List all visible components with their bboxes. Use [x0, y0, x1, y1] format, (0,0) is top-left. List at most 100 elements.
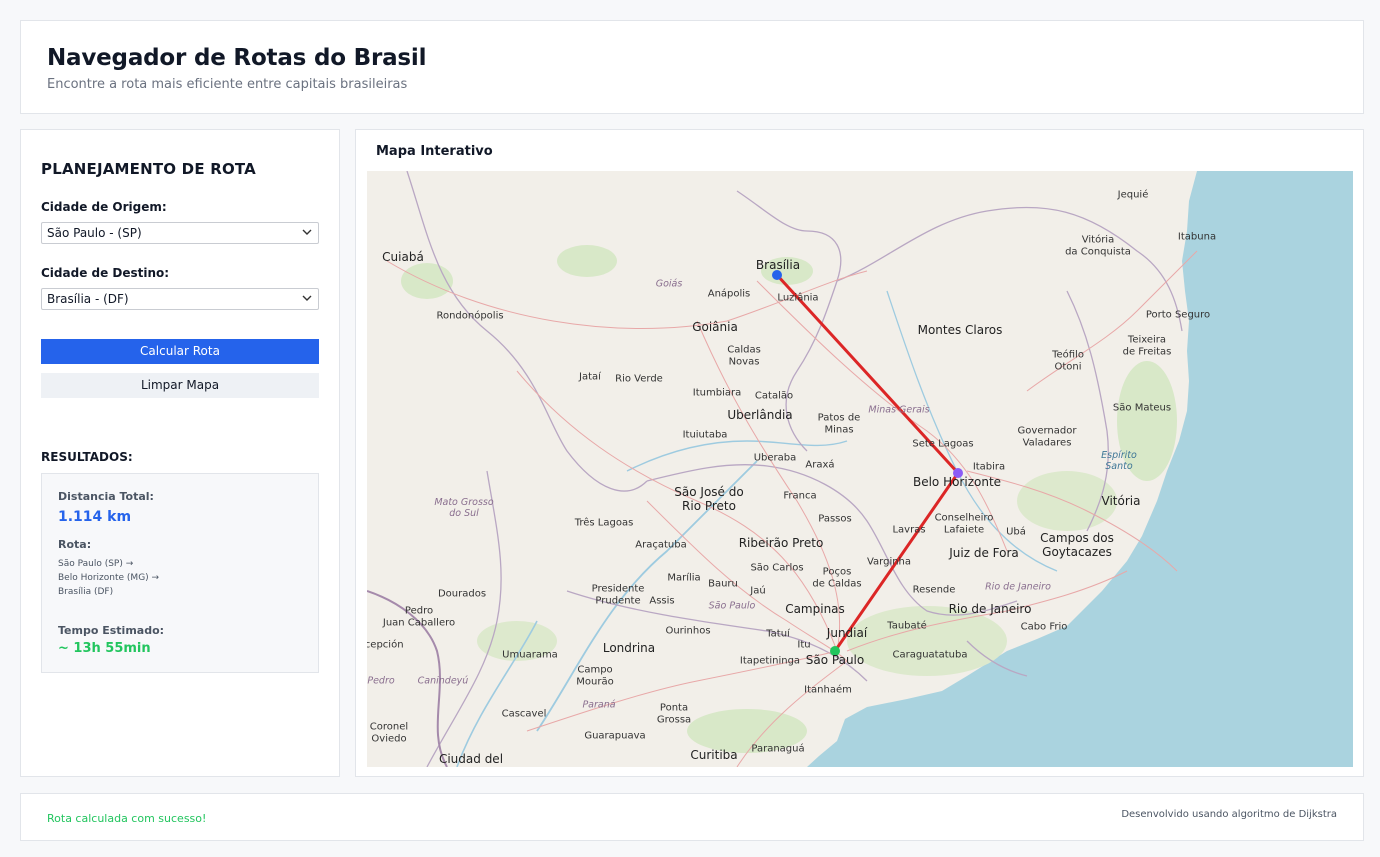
map-label: Caraguatatuba [892, 649, 968, 661]
status-message: Rota calculada com sucesso! [47, 812, 207, 825]
vegetation-area [401, 263, 453, 299]
map-label: Ourinhos [665, 625, 711, 637]
time-value: ~ 13h 55min [58, 641, 151, 656]
map-label: Tatuí [766, 628, 790, 640]
map-label: Rio de Janeiro [985, 581, 1051, 593]
map-label: Teófilo Otoni [1052, 349, 1084, 373]
map-label: São Paulo [708, 600, 756, 612]
map-label: Juiz de Fora [949, 546, 1019, 561]
map-label: Paranaguá [751, 743, 805, 755]
map-label: Ubá [1006, 526, 1026, 538]
map-label: Conselheiro Lafaiete [934, 512, 994, 536]
map-label: Resende [912, 584, 956, 596]
map-label: Minas Gerais [868, 404, 930, 416]
map-label: Catalão [754, 390, 794, 402]
distance-label: Distancia Total: [58, 490, 154, 503]
map-label: Lavras [892, 524, 926, 536]
map-canvas [367, 171, 1353, 767]
map-label: Cuiabá [382, 250, 424, 265]
map-label: Bauru [708, 578, 738, 590]
map-title: Mapa Interativo [376, 144, 493, 159]
origin-select-value: São Paulo - (SP) [47, 226, 142, 240]
map-label: Campinas [785, 602, 845, 617]
app-header: Navegador de Rotas do Brasil Encontre a … [20, 20, 1364, 114]
map-label: Araçatuba [635, 539, 687, 551]
destination-select-value: Brasília - (DF) [47, 292, 129, 306]
map-label: Uberaba [753, 452, 797, 464]
origin-label: Cidade de Origem: [41, 200, 167, 214]
map-label: São José do Rio Preto [674, 485, 744, 513]
map-label: Franca [783, 490, 817, 502]
calculate-route-button[interactable]: Calcular Rota [41, 339, 319, 364]
map-label: Rondonópolis [436, 310, 504, 322]
map-label: Teixeira de Freitas [1122, 334, 1172, 358]
map-label: Jundiaí [826, 626, 868, 641]
map-label: Itabuna [1177, 231, 1217, 243]
map-label: Uberlândia [727, 408, 793, 423]
map-label: Patos de Minas [817, 412, 861, 436]
credit-text: Desenvolvido usando algoritmo de Dijkstr… [1121, 809, 1337, 820]
map-card: Mapa Interativo Cuiabá Brasília Luziânia… [355, 129, 1364, 777]
map-label: Jataí [579, 371, 601, 383]
map-label: Dourados [437, 588, 487, 600]
page-subtitle: Encontre a rota mais eficiente entre cap… [47, 77, 408, 92]
route-step: Brasília (DF) [58, 587, 114, 597]
map-label: Assis [649, 595, 675, 607]
origin-select[interactable]: São Paulo - (SP) [41, 222, 319, 244]
results-title: RESULTADOS: [41, 450, 133, 464]
map-label: Belo Horizonte [912, 475, 1002, 490]
map-label: Ponta Grossa [656, 702, 692, 726]
map-label: Mato Grosso do Sul [434, 497, 494, 519]
map-label: Vitória da Conquista [1065, 234, 1131, 258]
map-label: Curitiba [690, 748, 738, 763]
map-label: Ituiutaba [682, 429, 728, 441]
map-label: Araxá [805, 459, 835, 471]
chevron-down-icon [302, 295, 312, 301]
map-label: Montes Claros [917, 323, 1003, 338]
map-label: Porto Seguro [1145, 309, 1211, 321]
map-label: Itu [797, 639, 811, 651]
map-label: Sete Lagoas [912, 438, 974, 450]
map-label: Guarapuava [584, 730, 646, 742]
destination-select[interactable]: Brasília - (DF) [41, 288, 319, 310]
map-label: Anápolis [707, 288, 751, 300]
map-label: Goiânia [692, 320, 738, 335]
map-label: Poços de Caldas [812, 566, 862, 590]
panel-title: PLANEJAMENTO DE ROTA [41, 160, 256, 178]
map-label: São Carlos [750, 562, 804, 574]
map-label: Itapetininga [739, 655, 801, 667]
map-label: Caldas Novas [727, 344, 761, 368]
map-label: Cascavel [501, 708, 547, 720]
map-label: Três Lagoas [574, 517, 634, 529]
map-label: Pedro Juan Caballero [382, 605, 456, 629]
map-label: Canindeyú [417, 675, 469, 687]
map-label: Itabira [972, 461, 1006, 473]
map-label: Marília [667, 572, 701, 584]
map-label: Pedro [367, 675, 395, 687]
map-label: Paraná [582, 699, 616, 711]
page-title: Navegador de Rotas do Brasil [47, 45, 427, 71]
interactive-map[interactable]: Cuiabá Brasília Luziânia Goiás Anápolis … [367, 171, 1353, 767]
map-label: Jequié [1117, 189, 1149, 201]
map-label: Vitória [1101, 494, 1141, 509]
route-planning-panel: PLANEJAMENTO DE ROTA Cidade de Origem: S… [20, 129, 340, 777]
map-label: Governador Valadares [1017, 425, 1077, 449]
app-footer: Rota calculada com sucesso! Desenvolvido… [20, 793, 1364, 841]
map-label: ncepción [367, 639, 404, 651]
map-label: Espírito Santo [1101, 450, 1137, 472]
map-label: Umuarama [502, 649, 558, 661]
chevron-down-icon [302, 229, 312, 235]
map-label: Luziânia [777, 292, 819, 304]
map-label: Rio Verde [615, 373, 663, 385]
route-label: Rota: [58, 538, 92, 551]
map-label: Rio de Janeiro [948, 602, 1032, 617]
map-label: Ribeirão Preto [738, 536, 824, 551]
map-label: Passos [818, 513, 852, 525]
map-label: São Mateus [1112, 402, 1172, 414]
distance-value: 1.114 km [58, 509, 132, 525]
clear-map-button[interactable]: Limpar Mapa [41, 373, 319, 398]
map-label: Goiás [655, 278, 683, 290]
vegetation-area [557, 245, 617, 277]
time-label: Tempo Estimado: [58, 624, 165, 637]
map-label: Campo Mourão [576, 664, 614, 688]
